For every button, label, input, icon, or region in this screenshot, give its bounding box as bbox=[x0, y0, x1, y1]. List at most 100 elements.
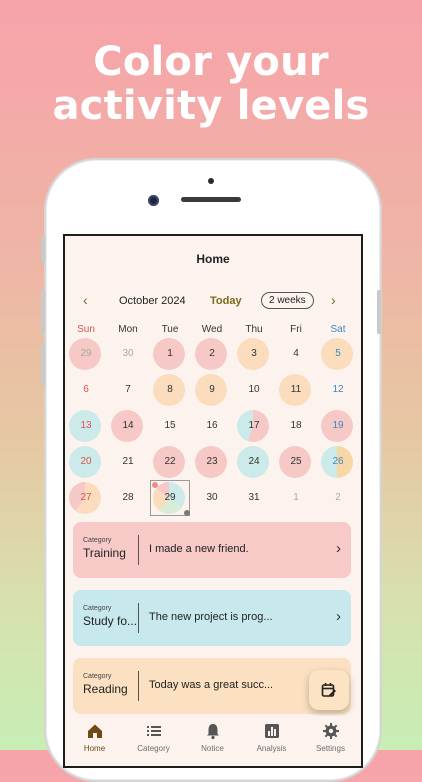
calendar-day[interactable]: 6 bbox=[65, 372, 107, 408]
card-divider bbox=[138, 535, 139, 565]
phone-volume-up bbox=[41, 290, 45, 334]
headline: Color your activity levels bbox=[0, 40, 422, 128]
weekday-tue: Tue bbox=[161, 324, 179, 335]
calendar-day[interactable]: 20 bbox=[65, 444, 107, 480]
card-divider bbox=[138, 603, 139, 633]
calendar-day[interactable]: 12 bbox=[317, 372, 359, 408]
calendar-day[interactable]: 10 bbox=[233, 372, 275, 408]
card-category-label: Category bbox=[83, 605, 112, 612]
chevron-left-icon[interactable]: ‹ bbox=[83, 292, 88, 308]
calendar-day[interactable]: 27 bbox=[65, 480, 107, 516]
today-button[interactable]: Today bbox=[210, 295, 242, 307]
calendar-day[interactable]: 15 bbox=[149, 408, 191, 444]
activity-card[interactable]: Category Study fo... The new project is … bbox=[73, 590, 351, 646]
calendar-day-number: 3 bbox=[251, 348, 257, 359]
calendar-day-number: 4 bbox=[293, 348, 299, 359]
calendar-day[interactable]: 21 bbox=[107, 444, 149, 480]
nav-analysis[interactable]: Analysis bbox=[242, 722, 301, 753]
calendar-day[interactable]: 14 bbox=[107, 408, 149, 444]
phone-speaker bbox=[181, 197, 241, 202]
calendar-day-number: 2 bbox=[335, 492, 341, 503]
calendar-day[interactable]: 13 bbox=[65, 408, 107, 444]
headline-line-2: activity levels bbox=[52, 83, 370, 129]
new-entry-button[interactable] bbox=[309, 670, 349, 710]
calendar-day[interactable]: 11 bbox=[275, 372, 317, 408]
nav-label: Notice bbox=[201, 744, 224, 753]
calendar-day-number: 1 bbox=[293, 492, 299, 503]
calendar-day-number: 23 bbox=[206, 456, 218, 467]
entry-dot-icon bbox=[152, 482, 158, 488]
nav-settings[interactable]: Settings bbox=[301, 722, 360, 753]
weekday-thu: Thu bbox=[245, 324, 263, 335]
page-title: Home bbox=[196, 252, 230, 266]
calendar-day[interactable]: 7 bbox=[107, 372, 149, 408]
calendar-day[interactable]: 19 bbox=[317, 408, 359, 444]
calendar-day-number: 21 bbox=[122, 456, 134, 467]
calendar-day[interactable]: 2 bbox=[317, 480, 359, 516]
weekday-wed: Wed bbox=[201, 324, 223, 335]
nav-label: Analysis bbox=[256, 744, 287, 753]
list-icon bbox=[146, 726, 161, 736]
selected-day-frame bbox=[150, 480, 190, 516]
nav-notice[interactable]: Notice bbox=[183, 722, 242, 753]
card-category-label: Category bbox=[83, 673, 112, 680]
calendar-day-number: 20 bbox=[80, 456, 92, 467]
calendar-day-number: 7 bbox=[125, 384, 131, 395]
calendar-day-number: 1 bbox=[167, 348, 173, 359]
calendar-day[interactable]: 4 bbox=[275, 336, 317, 372]
phone-power-button bbox=[377, 290, 381, 334]
phone-mute-switch bbox=[41, 236, 45, 262]
card-text: I made a new friend. bbox=[149, 543, 249, 555]
calendar-day[interactable]: 1 bbox=[149, 336, 191, 372]
calendar-day[interactable]: 29 bbox=[149, 480, 191, 516]
calendar-day[interactable]: 1 bbox=[275, 480, 317, 516]
calendar-day[interactable]: 30 bbox=[107, 336, 149, 372]
calendar-day[interactable]: 3 bbox=[233, 336, 275, 372]
month-label: October 2024 bbox=[119, 295, 186, 307]
calendar-day[interactable]: 22 bbox=[149, 444, 191, 480]
calendar-day[interactable]: 16 bbox=[191, 408, 233, 444]
calendar-day-number: 25 bbox=[290, 456, 302, 467]
calendar-day[interactable]: 9 bbox=[191, 372, 233, 408]
edit-calendar-icon bbox=[321, 683, 336, 697]
card-category-name: Study fo... bbox=[83, 614, 138, 628]
calendar-day-number: 14 bbox=[122, 420, 134, 431]
calendar-day[interactable]: 23 bbox=[191, 444, 233, 480]
calendar-day[interactable]: 31 bbox=[233, 480, 275, 516]
nav-category[interactable]: Category bbox=[124, 722, 183, 753]
calendar-day[interactable]: 18 bbox=[275, 408, 317, 444]
calendar-day-number: 8 bbox=[167, 384, 173, 395]
calendar-day-number: 9 bbox=[209, 384, 215, 395]
card-category-name: Training bbox=[83, 546, 126, 560]
calendar-grid: 29 30 1 2 3 4 5 6 7 8 9 10 11 12 13 14 15 16 17 18 19 20 21 22 2… bbox=[65, 336, 361, 516]
calendar-day[interactable]: 29 bbox=[65, 336, 107, 372]
calendar-day-number: 29 bbox=[80, 348, 92, 359]
calendar-day[interactable]: 30 bbox=[191, 480, 233, 516]
calendar-day[interactable]: 2 bbox=[191, 336, 233, 372]
chevron-right-icon: › bbox=[336, 608, 341, 625]
nav-label: Settings bbox=[316, 744, 345, 753]
calendar-day[interactable]: 5 bbox=[317, 336, 359, 372]
calendar-day[interactable]: 24 bbox=[233, 444, 275, 480]
activity-card[interactable]: Category Training I made a new friend. › bbox=[73, 522, 351, 578]
month-bar: ‹ October 2024 Today 2 weeks › bbox=[65, 292, 361, 312]
nav-label: Category bbox=[137, 744, 170, 753]
view-toggle-button[interactable]: 2 weeks bbox=[261, 292, 314, 309]
nav-label: Home bbox=[83, 744, 106, 753]
chevron-right-icon[interactable]: › bbox=[331, 292, 336, 308]
nav-home[interactable]: Home bbox=[65, 722, 124, 753]
home-icon bbox=[87, 724, 102, 738]
calendar-day-number: 6 bbox=[83, 384, 89, 395]
calendar-day[interactable]: 28 bbox=[107, 480, 149, 516]
calendar-day-number: 31 bbox=[248, 492, 260, 503]
calendar-day[interactable]: 26 bbox=[317, 444, 359, 480]
weekday-sun: Sun bbox=[77, 324, 95, 335]
calendar-day[interactable]: 17 bbox=[233, 408, 275, 444]
calendar-day[interactable]: 25 bbox=[275, 444, 317, 480]
calendar-day-number: 22 bbox=[164, 456, 176, 467]
chart-icon bbox=[264, 724, 279, 738]
calendar-day-number: 11 bbox=[290, 384, 302, 395]
calendar-day-number: 24 bbox=[248, 456, 260, 467]
calendar-day-number: 16 bbox=[206, 420, 218, 431]
calendar-day[interactable]: 8 bbox=[149, 372, 191, 408]
